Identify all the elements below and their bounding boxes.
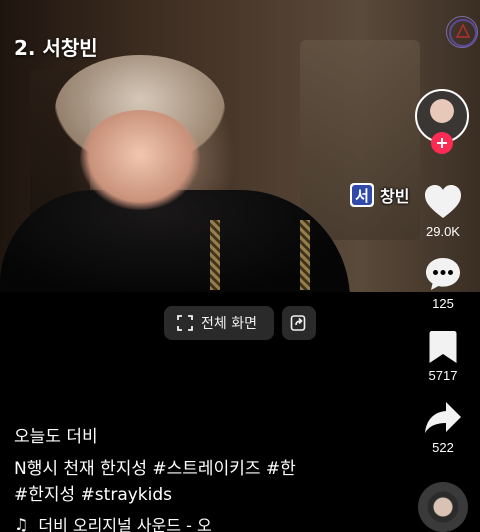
music-track-link[interactable]: ♫ 더비 오리지널 사운드 - 오	[14, 512, 254, 532]
caption-line-1: N행시 천재 한지성 #스트레이키즈 #한	[14, 459, 296, 479]
fullscreen-label: 전체 화면	[201, 316, 257, 332]
share-arrow-icon	[425, 402, 461, 433]
comment-count: 125	[432, 296, 454, 311]
video-overlay-title: 2. 서창빈	[14, 36, 98, 60]
fullscreen-button[interactable]: 전체 화면	[164, 306, 274, 340]
fullscreen-icon	[177, 315, 193, 331]
like-button[interactable]: 29.0K	[412, 184, 474, 239]
music-disc-icon[interactable]	[418, 482, 468, 532]
music-track-text: 더비 오리지널 사운드 - 오	[38, 516, 212, 532]
jacket-stripe	[210, 220, 220, 290]
name-sticker: 서 창빈	[350, 183, 409, 207]
name-sticker-char: 서	[352, 185, 372, 205]
creator-avatar-button[interactable]	[415, 89, 469, 154]
share-count: 522	[432, 440, 454, 455]
creator-username[interactable]: 오늘도 더비	[14, 422, 404, 447]
jacket-stripe	[300, 220, 310, 290]
heart-icon	[425, 185, 461, 218]
comment-icon	[426, 258, 460, 290]
name-sticker-badge: 서	[350, 183, 374, 207]
save-count: 5717	[428, 368, 458, 383]
like-count: 29.0K	[426, 224, 460, 239]
repost-button[interactable]	[282, 306, 316, 340]
comment-button[interactable]: 125	[412, 256, 474, 311]
caption-line-2: #한지성 #straykids	[14, 485, 173, 505]
watermark-logo-icon	[446, 16, 478, 48]
background-panel	[300, 40, 420, 240]
person-face	[80, 110, 200, 210]
music-note-icon: ♫	[14, 514, 29, 532]
name-sticker-label: 창빈	[380, 187, 410, 206]
share-button[interactable]: 522	[412, 400, 474, 455]
save-button[interactable]: 5717	[412, 330, 474, 383]
follow-plus-icon[interactable]	[431, 132, 453, 154]
person-jacket	[0, 190, 350, 292]
repost-icon	[290, 315, 306, 331]
bookmark-icon	[429, 331, 457, 363]
